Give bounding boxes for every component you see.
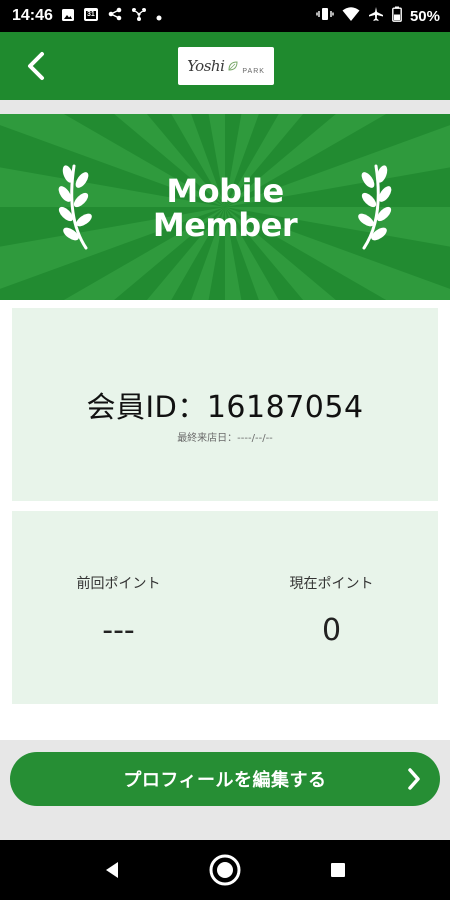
calendar-icon: 31: [83, 6, 99, 26]
battery-percent: 50%: [409, 7, 440, 25]
battery-icon: [392, 6, 402, 26]
leaf-icon: [228, 61, 238, 71]
wifi-icon: [342, 6, 360, 26]
calendar-day: 31: [87, 11, 95, 18]
member-id: 会員ID：16187054: [12, 384, 438, 426]
square-recents-icon: [331, 863, 345, 877]
nav-recents-button[interactable]: [322, 854, 354, 886]
current-points: 現在ポイント 0: [225, 573, 438, 648]
current-points-label: 現在ポイント: [289, 576, 374, 592]
brand-logo: Yoshi PARK: [178, 47, 274, 85]
status-left: 14:46 31: [12, 6, 163, 26]
nav-home-button[interactable]: [209, 854, 241, 886]
last-visit-date: 最終来店日：----/--/--: [177, 433, 273, 444]
nav-back-button[interactable]: [96, 854, 128, 886]
share-icon: [107, 6, 123, 26]
chevron-left-icon: [28, 52, 44, 80]
member-id-card: 会員ID：16187054 最終来店日：----/--/--: [12, 308, 438, 501]
current-points-value: 0: [321, 613, 342, 648]
status-time: 14:46: [12, 7, 53, 24]
header-divider: [0, 100, 450, 114]
vibrate-icon: [316, 6, 334, 26]
previous-points-label: 前回ポイント: [76, 576, 161, 592]
home-circle-icon: [209, 854, 241, 886]
triangle-back-icon: [106, 862, 118, 878]
previous-points-value: ---: [102, 613, 135, 648]
member-id-label: 会員ID：: [86, 390, 207, 424]
back-button[interactable]: [18, 48, 54, 84]
previous-points: 前回ポイント ---: [12, 573, 225, 648]
airplane-icon: [368, 6, 384, 26]
logo-main-text: Yoshi: [187, 57, 225, 75]
laurel-right-icon: [358, 164, 392, 250]
status-right: 50%: [316, 6, 440, 26]
app-header: Yoshi PARK: [0, 32, 450, 100]
system-nav-bar: [0, 840, 450, 900]
hub-icon: [131, 6, 147, 26]
chevron-right-icon: [408, 768, 420, 790]
image-icon: [61, 7, 75, 26]
points-card: 前回ポイント --- 現在ポイント 0: [12, 511, 438, 704]
logo-sub-text: PARK: [242, 67, 265, 75]
dot-icon: [155, 7, 163, 26]
logo-mark: Yoshi PARK: [187, 57, 265, 75]
status-bar: 14:46 31 50%: [0, 0, 450, 32]
edit-profile-label: プロフィールを編集する: [123, 770, 327, 791]
edit-profile-button[interactable]: プロフィールを編集する: [10, 752, 440, 806]
member-id-value: 16187054: [206, 390, 364, 425]
mobile-member-banner: Mobile Member: [0, 114, 450, 300]
